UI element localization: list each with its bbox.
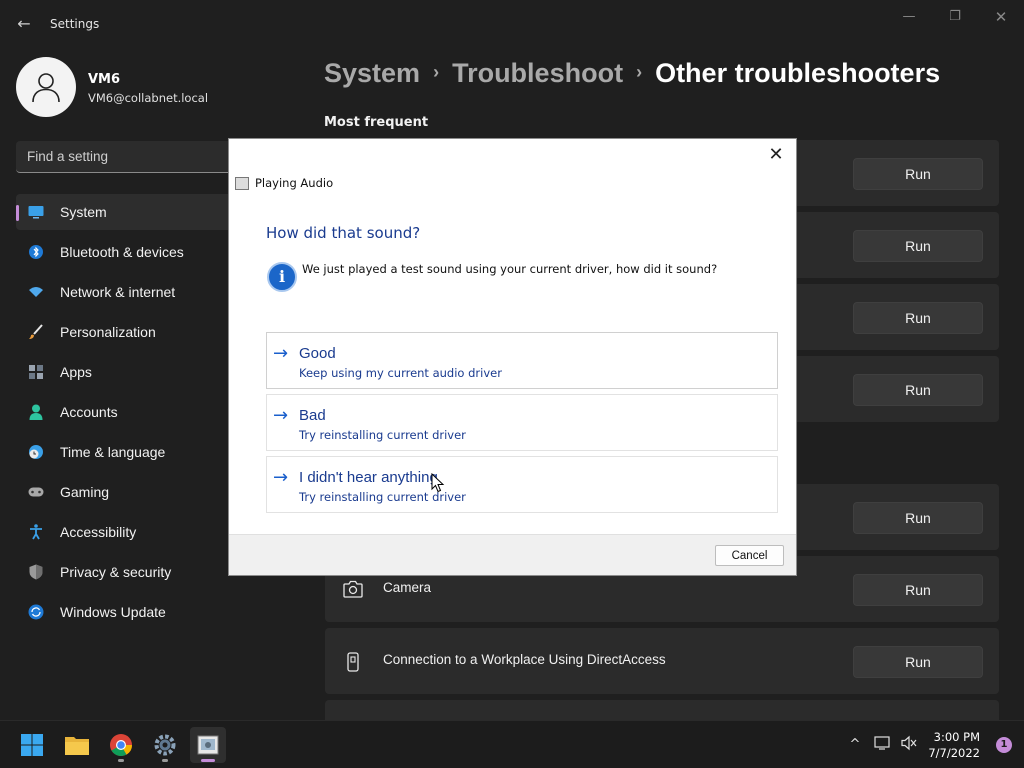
sidebar-item-label: Windows Update <box>60 604 166 620</box>
run-button[interactable]: Run <box>853 302 983 334</box>
mouse-cursor-icon <box>431 473 445 493</box>
cancel-button[interactable]: Cancel <box>715 545 784 566</box>
clock-time[interactable]: 3:00 PM <box>934 730 980 744</box>
wifi-icon <box>28 284 44 300</box>
run-button[interactable]: Run <box>853 502 983 534</box>
app-title: Settings <box>50 17 100 31</box>
sidebar-item-label: System <box>60 204 107 220</box>
user-name: VM6 <box>88 72 121 87</box>
dialog-close-button[interactable]: ✕ <box>764 143 788 167</box>
arrow-right-icon: → <box>273 343 289 364</box>
volume-muted-icon[interactable] <box>899 735 919 755</box>
breadcrumb-system[interactable]: System <box>324 58 420 88</box>
running-indicator <box>162 759 168 762</box>
network-icon[interactable] <box>873 735 893 755</box>
sidebar-item-label: Bluetooth & devices <box>60 244 184 260</box>
notification-badge[interactable]: 1 <box>996 737 1012 753</box>
info-text: We just played a test sound using your c… <box>302 262 718 276</box>
taskbar-troubleshooter[interactable] <box>190 727 226 763</box>
file-explorer-icon <box>65 737 89 755</box>
option-title: I didn't hear anything <box>299 469 438 486</box>
dialog-title: Playing Audio <box>255 176 334 190</box>
minimize-button[interactable]: — <box>895 8 923 26</box>
start-button[interactable] <box>14 727 50 763</box>
sidebar-item-label: Personalization <box>60 324 156 340</box>
arrow-right-icon: → <box>273 405 289 426</box>
clock-globe-icon <box>28 444 44 460</box>
title-bar: ← Settings — ❐ ✕ <box>0 0 1024 48</box>
option-subtitle: Keep using my current audio driver <box>299 366 502 380</box>
sidebar-item-label: Network & internet <box>60 284 176 300</box>
accessibility-icon <box>28 524 44 540</box>
card-label: Camera <box>383 580 432 595</box>
chevron-up-icon[interactable]: ^ <box>845 735 865 755</box>
running-indicator <box>118 759 124 762</box>
option-didnt-hear[interactable]: → I didn't hear anything Try reinstallin… <box>266 456 778 513</box>
sidebar-item-label: Time & language <box>60 444 166 460</box>
settings-gear-icon <box>154 734 176 756</box>
gamepad-icon <box>28 484 44 500</box>
arrow-right-icon: → <box>273 467 289 488</box>
back-button[interactable]: ← <box>12 12 36 36</box>
run-button[interactable]: Run <box>853 230 983 262</box>
sidebar-item-label: Accessibility <box>60 524 137 540</box>
option-subtitle: Try reinstalling current driver <box>299 428 466 442</box>
camera-icon <box>343 580 363 600</box>
taskbar: ^ 3:00 PM 7/7/2022 1 <box>0 720 1024 768</box>
sidebar-item-label: Gaming <box>60 484 110 500</box>
sidebar-item-windows-update[interactable]: Windows Update <box>16 594 286 630</box>
clock-date[interactable]: 7/7/2022 <box>928 746 980 760</box>
bluetooth-icon <box>28 244 44 260</box>
section-title-most-frequent: Most frequent <box>324 115 429 130</box>
sidebar-item-label: Privacy & security <box>60 564 172 580</box>
apps-icon <box>28 364 44 380</box>
chrome-icon <box>110 734 132 756</box>
sidebar-item-label: Accounts <box>60 404 118 420</box>
option-bad[interactable]: → Bad Try reinstalling current driver <box>266 394 778 451</box>
maximize-button[interactable]: ❐ <box>941 8 969 26</box>
phone-device-icon <box>343 652 363 672</box>
card-label: Connection to a Workplace Using DirectAc… <box>383 652 666 667</box>
start-icon <box>21 734 43 756</box>
brush-icon <box>28 324 44 340</box>
troubleshooter-card-directaccess: Connection to a Workplace Using DirectAc… <box>325 628 999 694</box>
breadcrumb-separator: › <box>636 62 643 82</box>
shield-icon <box>28 564 44 580</box>
troubleshooter-card <box>325 700 999 720</box>
close-button[interactable]: ✕ <box>987 8 1015 26</box>
option-good[interactable]: → Good Keep using my current audio drive… <box>266 332 778 389</box>
sidebar-item-label: Apps <box>60 364 92 380</box>
person-icon <box>32 73 60 103</box>
page-title: Other troubleshooters <box>655 58 941 88</box>
dialog-heading: How did that sound? <box>266 224 421 242</box>
user-email: VM6@collabnet.local <box>88 91 209 105</box>
run-button[interactable]: Run <box>853 158 983 190</box>
breadcrumb-separator: › <box>433 62 440 82</box>
running-indicator <box>201 759 215 762</box>
info-icon: i <box>267 262 297 292</box>
playing-audio-dialog: ✕ Playing Audio How did that sound? i We… <box>228 138 797 576</box>
person-icon <box>28 404 44 420</box>
run-button[interactable]: Run <box>853 646 983 678</box>
taskbar-chrome[interactable] <box>103 727 139 763</box>
option-title: Bad <box>299 407 326 424</box>
breadcrumb-troubleshoot[interactable]: Troubleshoot <box>452 58 623 88</box>
monitor-icon <box>28 204 44 220</box>
breadcrumb: System › Troubleshoot › Other troubleshooter… <box>324 58 940 89</box>
option-title: Good <box>299 345 336 362</box>
troubleshooter-icon <box>197 735 219 755</box>
troubleshooter-icon <box>235 177 249 190</box>
run-button[interactable]: Run <box>853 374 983 406</box>
run-button[interactable]: Run <box>853 574 983 606</box>
dialog-footer: Cancel <box>229 534 796 575</box>
taskbar-file-explorer[interactable] <box>59 727 95 763</box>
avatar[interactable] <box>16 57 76 117</box>
update-icon <box>28 604 44 620</box>
taskbar-settings[interactable] <box>147 727 183 763</box>
